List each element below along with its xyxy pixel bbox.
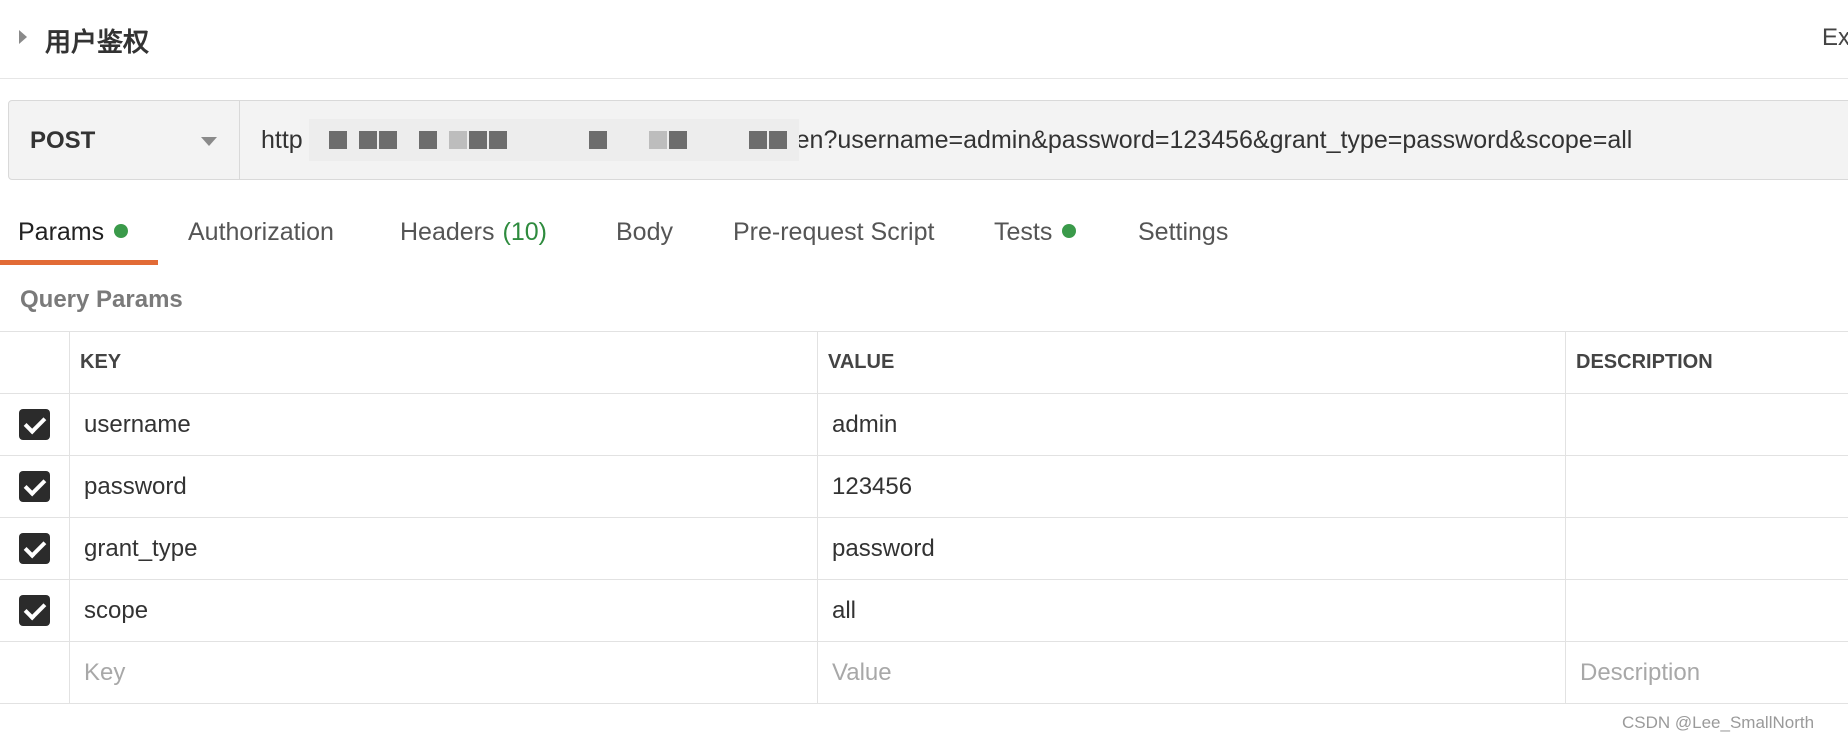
checkbox-checked-icon[interactable] [19,409,50,440]
checkbox-checked-icon[interactable] [19,595,50,626]
param-value-field[interactable]: 123456 [818,456,1566,517]
tab-pre-request-script-label: Pre-request Script [733,218,935,246]
tab-headers[interactable]: Headers (10) [400,218,547,247]
tab-settings-label: Settings [1138,218,1229,246]
tab-params-label: Params [18,218,105,246]
param-description-field[interactable] [1566,456,1848,517]
new-key-input[interactable]: Key [70,642,818,703]
tests-status-dot-icon [1062,224,1077,239]
collection-title[interactable]: 用户鉴权 [45,22,149,59]
watermark: CSDN @Lee_SmallNorth [1622,713,1815,732]
param-key-field[interactable]: password [70,456,818,517]
checkbox-checked-icon[interactable] [19,471,50,502]
request-url-bar: POST http auth/token?username=admin&passw… [8,100,1848,180]
url-suffix: auth/token?username=admin&password=12345… [706,126,1633,154]
param-value-field[interactable]: all [818,580,1566,641]
collection-header: 用户鉴权 Ex [0,0,1848,79]
tab-body[interactable]: Body [616,218,673,247]
method-select[interactable]: POST [9,101,240,179]
active-tab-underline [0,260,158,265]
row-check-cell [0,518,70,579]
tab-pre-request-script[interactable]: Pre-request Script [733,218,934,247]
query-params-title: Query Params [20,286,183,313]
param-key-field[interactable]: scope [70,580,818,641]
table-row: grant_type password [0,518,1848,580]
header-right-truncated[interactable]: Ex [1822,24,1848,52]
column-header-key: KEY [70,332,818,393]
param-value-field[interactable]: password [818,518,1566,579]
row-check-cell [0,580,70,641]
table-row: username admin [0,394,1848,456]
chevron-down-icon [201,137,217,146]
table-row: password 123456 [0,456,1848,518]
param-description-field[interactable] [1566,518,1848,579]
param-key-field[interactable]: grant_type [70,518,818,579]
query-params-table: KEY VALUE DESCRIPTION username admin pas… [0,331,1848,704]
column-header-description: DESCRIPTION [1576,351,1713,373]
checkbox-checked-icon[interactable] [19,533,50,564]
new-description-input[interactable]: Description [1566,642,1848,703]
tab-authorization-label: Authorization [188,218,334,246]
tab-tests-label: Tests [994,218,1053,246]
row-check-cell [0,456,70,517]
column-header-value: VALUE [818,332,1566,393]
tab-body-label: Body [616,218,673,246]
header-check-cell [0,332,70,393]
tab-tests[interactable]: Tests [994,218,1077,247]
url-prefix: http [261,126,303,154]
new-value-input[interactable]: Value [818,642,1566,703]
row-check-cell [0,394,70,455]
tab-authorization[interactable]: Authorization [188,218,334,247]
param-key-field[interactable]: username [70,394,818,455]
method-label: POST [30,127,96,154]
table-header-row: KEY VALUE DESCRIPTION [0,332,1848,394]
redacted-url-segment [309,119,799,161]
tab-headers-label: Headers [400,218,495,246]
param-description-field[interactable] [1566,394,1848,455]
table-row: scope all [0,580,1848,642]
params-status-dot-icon [114,224,129,239]
headers-count: (10) [502,218,547,246]
row-check-cell [0,642,70,703]
param-value-field[interactable]: admin [818,394,1566,455]
param-description-field[interactable] [1566,580,1848,641]
tab-params[interactable]: Params [18,218,129,247]
new-param-row: Key Value Description [0,642,1848,704]
request-tabs: Params Authorization Headers (10) Body Pr… [0,210,1848,268]
expand-caret-icon[interactable] [19,30,27,44]
tab-settings[interactable]: Settings [1138,218,1228,247]
